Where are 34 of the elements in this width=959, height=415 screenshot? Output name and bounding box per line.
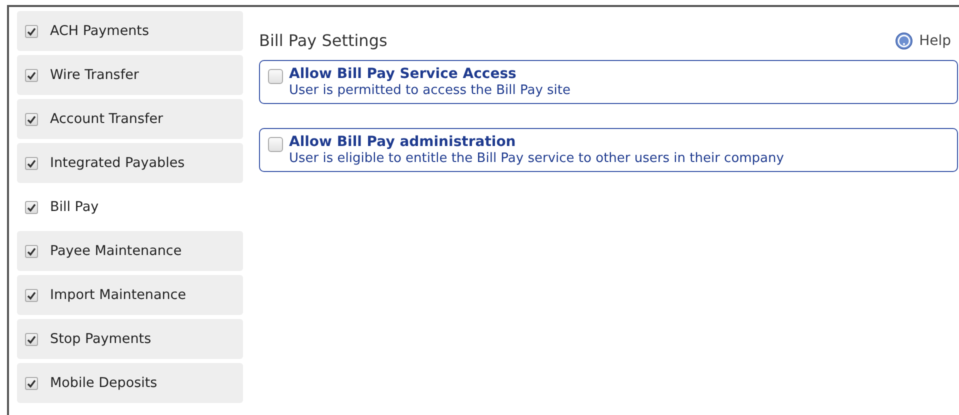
sidebar-item-label: Import Maintenance: [50, 287, 186, 303]
sidebar-item[interactable]: Stop Payments: [17, 319, 243, 359]
checkbox[interactable]: [268, 137, 283, 152]
checkbox[interactable]: [268, 69, 283, 84]
setting-description: User is eligible to entitle the Bill Pay service to other users in their company: [289, 151, 784, 166]
sidebar-item-label: Integrated Payables: [50, 155, 185, 171]
sidebar-item-label: Bill Pay: [50, 199, 99, 215]
checkbox[interactable]: [25, 68, 38, 82]
sidebar-item[interactable]: Wire Transfer: [17, 55, 243, 95]
sidebar-item[interactable]: Import Maintenance: [17, 275, 243, 315]
sidebar-item-label: Payee Maintenance: [50, 243, 182, 259]
checkbox[interactable]: [25, 288, 38, 302]
sidebar-item-label: Account Transfer: [50, 111, 164, 127]
sidebar-item-label: Mobile Deposits: [50, 375, 158, 391]
setting-title: Allow Bill Pay administration: [289, 134, 517, 150]
setting-title: Allow Bill Pay Service Access: [289, 66, 518, 82]
checkbox[interactable]: [25, 244, 38, 258]
sidebar-item[interactable]: ACH Payments: [17, 11, 243, 51]
checkbox[interactable]: [25, 332, 38, 346]
checkbox[interactable]: [25, 24, 38, 38]
sidebar-item[interactable]: Payee Maintenance: [17, 231, 243, 271]
checkbox[interactable]: [25, 376, 38, 390]
setting-description: User is permitted to access the Bill Pay site: [289, 83, 570, 98]
sidebar-item[interactable]: Mobile Deposits: [17, 363, 243, 403]
section-title: Bill Pay Settings: [259, 31, 388, 50]
checkbox[interactable]: [25, 156, 38, 170]
sidebar-item-label: Stop Payments: [50, 331, 152, 347]
sidebar-item[interactable]: Integrated Payables: [17, 143, 243, 183]
checkbox[interactable]: [25, 200, 38, 214]
sidebar-item-label: Wire Transfer: [50, 67, 139, 83]
sidebar-item-label: ACH Payments: [50, 23, 150, 39]
sidebar-item[interactable]: Account Transfer: [17, 99, 243, 139]
help-link[interactable]: Help: [895, 32, 951, 50]
checkbox[interactable]: [25, 112, 38, 126]
